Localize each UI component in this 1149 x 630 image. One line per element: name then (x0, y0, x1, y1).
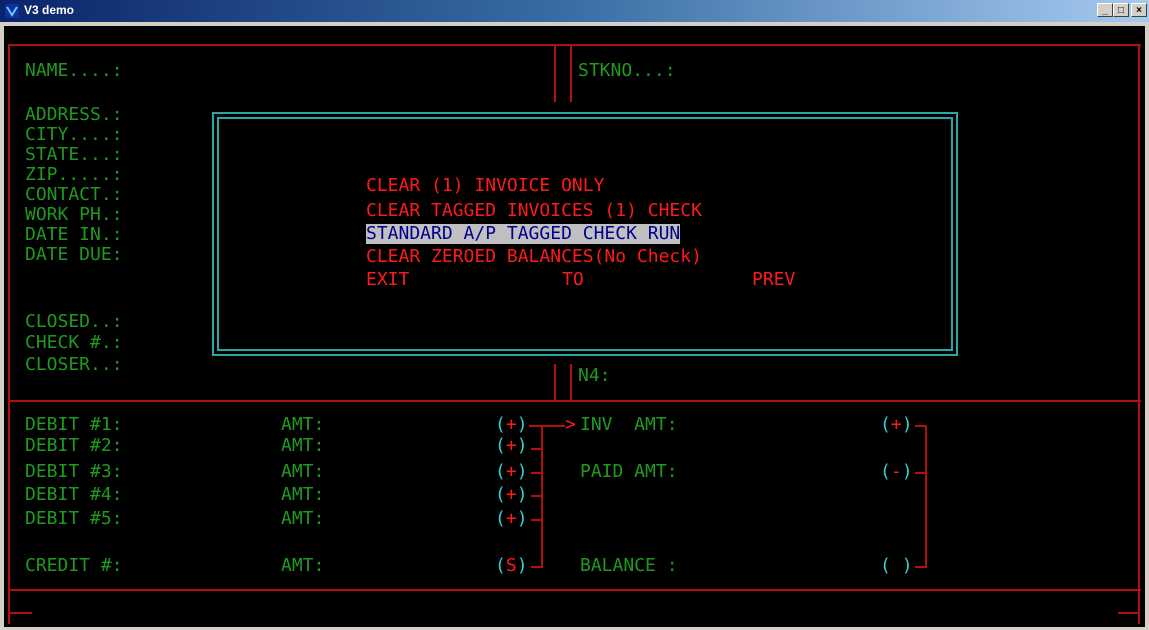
bracket-tick-4 (531, 495, 541, 497)
inv-arrow-icon: > (565, 414, 576, 435)
menu-item-clear-tagged-invoices[interactable]: CLEAR TAGGED INVOICES (1) CHECK (366, 201, 702, 221)
debit-4-label: DEBIT #4: (25, 484, 123, 505)
left-border (8, 44, 10, 624)
work-phone-label: WORK PH.: (25, 204, 123, 225)
bracket-vertical (541, 425, 543, 568)
bracket-tick-2 (531, 448, 541, 450)
credit-label: CREDIT #: (25, 555, 123, 576)
bracket-arrow-line (541, 425, 565, 427)
debit-1-sign: (+) (495, 414, 528, 435)
closed-label: CLOSED..: (25, 311, 123, 332)
n4-label: N4: (578, 365, 611, 386)
bracket-tick-3 (531, 472, 541, 474)
date-due-label: DATE DUE: (25, 244, 123, 265)
menu-item-exit[interactable]: EXIT TO PREV (366, 270, 806, 290)
city-label: CITY....: (25, 124, 123, 145)
debit-5-label: DEBIT #5: (25, 508, 123, 529)
address-label: ADDRESS.: (25, 104, 123, 125)
paid-amt-label: PAID AMT: (580, 461, 678, 482)
name-label: NAME....: (25, 60, 123, 81)
center-divider-bottom (554, 364, 556, 400)
balance-sign: ( ) (880, 555, 913, 576)
debit-3-amt-label: AMT: (281, 461, 325, 482)
to-word: TO (562, 269, 584, 290)
right-bracket-mid (915, 472, 925, 474)
debit-1-label: DEBIT #1: (25, 414, 123, 435)
menu-item-clear-one-invoice[interactable]: CLEAR (1) INVOICE ONLY (366, 176, 604, 196)
close-button[interactable]: × (1131, 3, 1147, 17)
inv-amt-label: INV AMT: (580, 414, 678, 435)
debit-4-amt-label: AMT: (281, 484, 325, 505)
stkno-label: STKNO...: (578, 60, 676, 81)
paid-amt-sign: (-) (880, 461, 913, 482)
prev-word: PREV (752, 269, 796, 290)
debit-2-label: DEBIT #2: (25, 435, 123, 456)
bottom-left-tick (8, 612, 32, 614)
menu-item-standard-check-run[interactable]: STANDARD A/P TAGGED CHECK RUN (366, 224, 681, 244)
debit-4-sign: (+) (495, 484, 528, 505)
right-bracket-bottom (915, 566, 925, 568)
closer-label: CLOSER..: (25, 354, 123, 375)
right-border (1138, 44, 1140, 624)
contact-label: CONTACT.: (25, 184, 123, 205)
debit-3-sign: (+) (495, 461, 528, 482)
bracket-tick-5 (531, 519, 541, 521)
debit-2-sign: (+) (495, 435, 528, 456)
minimize-button[interactable]: _ (1097, 3, 1113, 17)
debit-5-sign: (+) (495, 508, 528, 529)
balance-label: BALANCE : (580, 555, 678, 576)
center-divider-top-2 (570, 44, 572, 102)
exit-word: EXIT (366, 269, 410, 290)
date-in-label: DATE IN.: (25, 224, 123, 245)
app-icon (5, 4, 19, 18)
middle-border (8, 400, 1141, 402)
right-bracket-vertical (925, 425, 927, 568)
terminal-screen[interactable]: NAME....: ADDRESS.: CITY....: STATE...: … (4, 26, 1145, 627)
bracket-bottom (531, 566, 541, 568)
window-title: V3 demo (24, 3, 75, 17)
check-number-label: CHECK #.: (25, 332, 123, 353)
inv-amt-sign: (+) (880, 414, 913, 435)
menu-item-clear-zeroed-balances[interactable]: CLEAR ZEROED BALANCES(No Check) (366, 247, 702, 267)
credit-amt-label: AMT: (281, 555, 325, 576)
debit-5-amt-label: AMT: (281, 508, 325, 529)
center-divider-bottom-2 (570, 364, 572, 400)
bracket-top (529, 425, 541, 427)
center-divider-top (554, 44, 556, 102)
bottom-right-tick (1118, 612, 1140, 614)
maximize-button[interactable]: □ (1113, 3, 1129, 17)
debit-1-amt-label: AMT: (281, 414, 325, 435)
window-titlebar[interactable]: V3 demo _ □ × (0, 0, 1149, 22)
lower-border (8, 589, 1141, 591)
state-label: STATE...: (25, 144, 123, 165)
zip-label: ZIP.....: (25, 164, 123, 185)
credit-sign: (S) (495, 555, 528, 576)
top-border (8, 44, 1141, 46)
debit-2-amt-label: AMT: (281, 435, 325, 456)
debit-3-label: DEBIT #3: (25, 461, 123, 482)
